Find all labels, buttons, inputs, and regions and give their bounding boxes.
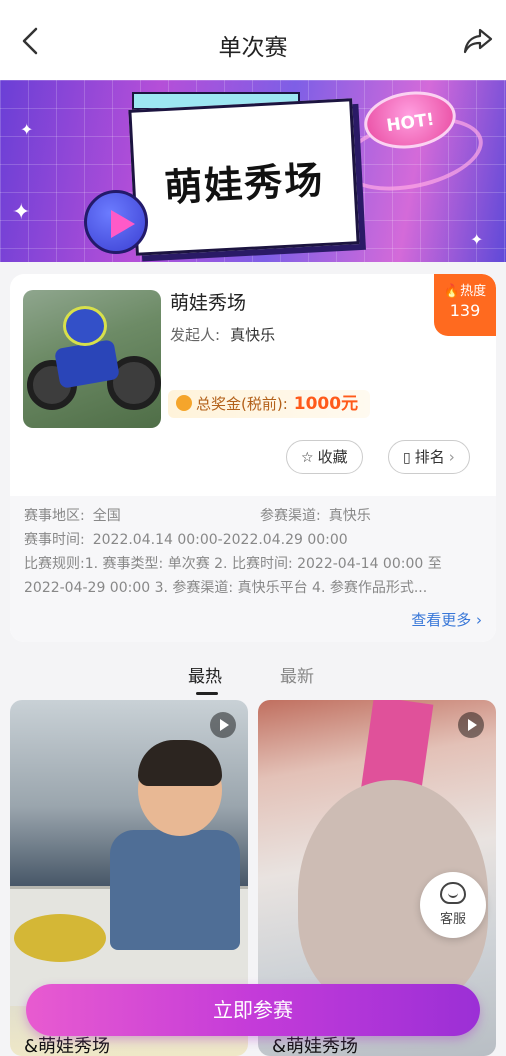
share-icon[interactable] (462, 26, 494, 56)
channel-label: 参赛渠道: (260, 508, 321, 524)
active-tab-indicator (196, 692, 218, 695)
prize-value: 1000元 (293, 394, 359, 414)
kid-figure (110, 830, 240, 950)
customer-service-label: 客服 (439, 912, 466, 927)
customer-service-button[interactable]: 客服 (420, 872, 486, 938)
sponsor-label: 发起人: (170, 326, 221, 344)
region-value: 全国 (92, 508, 121, 524)
time-value: 2022.04.14 00:00-2022.04.29 00:00 (92, 532, 348, 548)
contest-info-card: 萌娃秀场 发起人: 真快乐 🔥热度 139 总奖金(税前): 1000元 ☆ 收藏 ▯… (10, 274, 496, 642)
rules-row: 比赛规则:1. 赛事类型: 单次赛 2. 比赛时间: 2022-04-14 00… (24, 552, 482, 600)
rules-value: 1. 赛事类型: 单次赛 2. 比赛时间: 2022-04-14 00:00 至… (24, 556, 442, 596)
sparkle-icon: ✦ (470, 230, 484, 249)
time-row: 赛事时间: 2022.04.14 00:00-2022.04.29 00:00 (24, 528, 482, 552)
ranking-button[interactable]: ▯ 排名 › (388, 440, 470, 474)
join-contest-button[interactable]: 立即参赛 (26, 984, 480, 1036)
contest-cover-image[interactable] (23, 290, 161, 428)
tab-hottest[interactable]: 最热 (188, 662, 222, 687)
ranking-label: 排名 (414, 448, 445, 466)
video-play-icon (210, 712, 236, 738)
region-row: 赛事地区: 全国 参赛渠道: 真快乐 (24, 504, 482, 528)
view-more-link[interactable]: 查看更多 › (411, 609, 482, 630)
sponsor-line: 发起人: 真快乐 (170, 324, 275, 345)
chevron-right-icon: › (471, 611, 482, 629)
time-label: 赛事时间: (24, 532, 85, 548)
favorite-label: 收藏 (317, 448, 348, 466)
prize-label: 总奖金(税前): (196, 395, 288, 413)
region-label: 赛事地区: (24, 508, 85, 524)
video-play-icon (458, 712, 484, 738)
basin-scene (14, 914, 106, 962)
heat-label: 🔥热度 (443, 284, 487, 299)
banner-board: 萌娃秀场 (128, 98, 360, 256)
chevron-right-icon: › (448, 448, 455, 466)
sparkle-icon: ✦ (20, 120, 34, 139)
rules-label: 比赛规则: (24, 556, 85, 572)
heat-badge: 🔥热度 139 (434, 274, 496, 336)
sparkle-icon: ✦ (12, 200, 31, 225)
tab-latest[interactable]: 最新 (280, 662, 314, 687)
banner-play-icon (84, 190, 148, 254)
contest-banner[interactable]: 萌娃秀场 HOT! ✦ ✦ ✦ (0, 80, 506, 262)
feed-tabs: 最热 最新 (0, 662, 506, 698)
favorite-button[interactable]: ☆ 收藏 (286, 440, 363, 474)
kid-hair (138, 740, 222, 786)
contest-name: 萌娃秀场 (170, 292, 247, 314)
sponsor-name: 真快乐 (230, 326, 276, 344)
banner-title: 萌娃秀场 (163, 157, 326, 211)
coin-icon (176, 395, 192, 411)
channel-value: 真快乐 (328, 508, 371, 524)
flame-icon: 🔥 (443, 284, 461, 299)
rider-helmet (63, 306, 107, 346)
page-title: 单次赛 (218, 35, 288, 61)
prize-pool: 总奖金(税前): 1000元 (168, 390, 371, 418)
headset-icon (440, 882, 466, 904)
top-bar: 单次赛 (0, 0, 506, 80)
star-outline-icon: ☆ (301, 450, 314, 466)
channel-group: 参赛渠道: 真快乐 (260, 504, 371, 528)
podium-icon: ▯ (403, 450, 411, 466)
heat-value: 139 (449, 301, 481, 320)
